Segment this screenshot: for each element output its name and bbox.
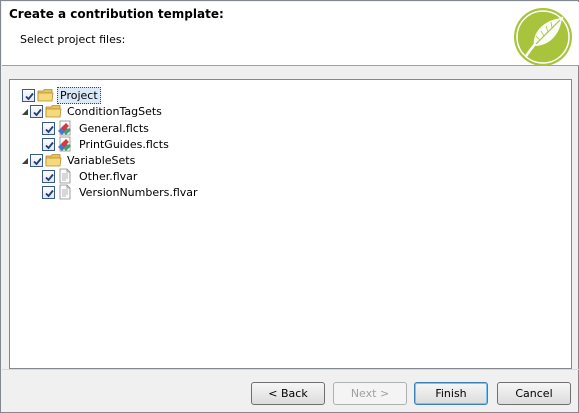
collapse-arrow-icon[interactable]: ◢ [20, 103, 30, 119]
tree-node-variable-sets[interactable]: ◢ VariableSets [20, 152, 137, 168]
tree-node-label: VersionNumbers.flvar [79, 185, 198, 199]
tree-node-version-numbers[interactable]: VersionNumbers.flvar [42, 184, 200, 200]
tree-node-label: General.flcts [79, 121, 149, 135]
folder-icon [37, 89, 54, 102]
tree-node-project[interactable]: Project [22, 86, 101, 104]
checkmark-icon [45, 125, 54, 133]
wizard-window: Create a contribution template: Select p… [0, 0, 579, 413]
checkmark-icon [45, 189, 54, 197]
tree-node-condition-tag-sets[interactable]: ◢ ConditionTagSets [20, 103, 164, 119]
tree-node-label: Project [57, 86, 101, 104]
variable-sets-checkbox[interactable] [30, 153, 43, 167]
checkmark-icon [33, 157, 42, 165]
version-numbers-checkbox[interactable] [42, 185, 55, 199]
wizard-header: Create a contribution template: Select p… [2, 2, 579, 66]
other-checkbox[interactable] [42, 169, 55, 183]
checkmark-icon [25, 92, 34, 100]
tree-node-general[interactable]: General.flcts [42, 120, 151, 136]
footer-divider [2, 369, 579, 370]
cancel-button[interactable]: Cancel [497, 382, 571, 405]
tree-node-other[interactable]: Other.flvar [42, 168, 139, 184]
condition-tag-file-icon [58, 120, 71, 136]
page-title: Create a contribution template: [9, 7, 224, 21]
tree-node-label: VariableSets [67, 153, 136, 167]
project-files-tree[interactable]: Project ◢ ConditionTagSets General.flcts… [9, 79, 572, 369]
checkmark-icon [45, 141, 54, 149]
variable-file-icon [59, 168, 71, 184]
collapse-arrow-icon[interactable]: ◢ [20, 152, 30, 168]
tree-node-print-guides[interactable]: PrintGuides.flcts [42, 136, 171, 152]
tree-node-label: ConditionTagSets [67, 104, 162, 118]
folder-icon [45, 154, 62, 167]
variable-file-icon [59, 184, 71, 200]
tree-node-label: PrintGuides.flcts [79, 137, 169, 151]
next-button[interactable]: Next > [333, 382, 407, 405]
checkmark-icon [45, 173, 54, 181]
tree-node-label: Other.flvar [79, 169, 138, 183]
print-guides-checkbox[interactable] [42, 137, 55, 151]
back-button[interactable]: < Back [251, 382, 325, 405]
condition-tag-sets-checkbox[interactable] [30, 104, 43, 118]
project-checkbox[interactable] [22, 88, 35, 102]
finish-button[interactable]: Finish [414, 382, 488, 405]
general-checkbox[interactable] [42, 121, 55, 135]
folder-icon [45, 105, 62, 118]
feather-logo-icon [514, 8, 572, 66]
checkmark-icon [33, 108, 42, 116]
page-subtitle: Select project files: [20, 33, 126, 46]
condition-tag-file-icon [58, 136, 71, 152]
